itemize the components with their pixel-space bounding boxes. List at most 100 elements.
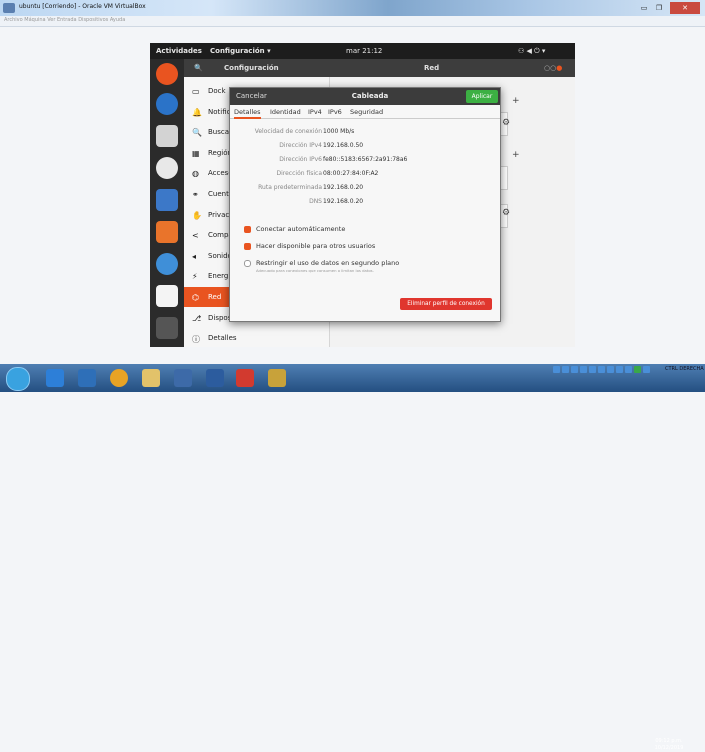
sidebar-item-icon: ⚭ bbox=[192, 190, 199, 199]
help-icon[interactable] bbox=[156, 253, 178, 275]
tab-ipv6[interactable]: IPv6 bbox=[328, 108, 342, 116]
usb-icon[interactable] bbox=[589, 366, 596, 373]
pdf-icon[interactable] bbox=[236, 369, 254, 387]
gear-icon[interactable]: ⚙ bbox=[502, 208, 510, 218]
shared-folder-icon[interactable] bbox=[598, 366, 605, 373]
option-checkbox[interactable] bbox=[244, 226, 251, 233]
start-button[interactable] bbox=[6, 367, 30, 391]
option-description: Adecuado para conexiones que consumen o … bbox=[256, 268, 374, 273]
software-icon[interactable] bbox=[156, 221, 178, 243]
detail-value: 1000 Mb/s bbox=[323, 128, 355, 135]
sidebar-item-icon: ⌬ bbox=[192, 293, 199, 302]
app-icon[interactable] bbox=[174, 369, 192, 387]
settings-title: Configuración bbox=[224, 64, 279, 72]
detail-label: Dirección IPv6 bbox=[279, 156, 322, 163]
option-label[interactable]: Restringir el uso de datos en segundo pl… bbox=[256, 259, 399, 267]
firefox-icon[interactable] bbox=[156, 63, 178, 85]
gear-icon[interactable]: ⚙ bbox=[502, 118, 510, 128]
media-icon[interactable] bbox=[78, 369, 96, 387]
network-icon[interactable] bbox=[580, 366, 587, 373]
virtualbox-icon bbox=[3, 3, 15, 13]
detail-value: fe80::5183:6567:2a91:78a6 bbox=[323, 156, 408, 163]
cpu-icon[interactable] bbox=[625, 366, 632, 373]
window-controls[interactable]: ○○● bbox=[544, 64, 562, 72]
sidebar-item-icon: 🔍 bbox=[192, 128, 202, 138]
dialog-tabs: Detalles Identidad IPv4 IPv6 Seguridad bbox=[230, 106, 500, 119]
sidebar-item-icon: 🔔 bbox=[192, 107, 202, 117]
close-button[interactable]: ✕ bbox=[670, 2, 700, 14]
chrome-icon[interactable] bbox=[110, 369, 128, 387]
sidebar-item-icon: ◍ bbox=[192, 169, 199, 179]
ie-icon[interactable] bbox=[46, 369, 64, 387]
apply-button[interactable]: Aplicar bbox=[466, 90, 498, 103]
wired-connection-dialog: Cancelar Cableada Aplicar Detalles Ident… bbox=[229, 87, 501, 322]
tab-ipv4[interactable]: IPv4 bbox=[308, 108, 322, 116]
cancel-button[interactable]: Cancelar bbox=[236, 92, 267, 100]
hdd-icon[interactable] bbox=[553, 366, 560, 373]
settings-header: 🔍 Configuración Red ○○● bbox=[184, 59, 575, 77]
explorer-icon[interactable] bbox=[142, 369, 160, 387]
sidebar-item-label: Notific bbox=[208, 107, 231, 116]
dock bbox=[150, 59, 184, 347]
detail-value: 192.168.0.20 bbox=[323, 184, 364, 191]
recording-icon[interactable] bbox=[616, 366, 623, 373]
tab-detalles[interactable]: Detalles bbox=[234, 108, 261, 119]
writer-icon[interactable] bbox=[156, 189, 178, 211]
host-menu[interactable]: Archivo Máquina Ver Entrada Dispositivos… bbox=[4, 17, 125, 23]
sidebar-item-icon: ▭ bbox=[192, 87, 200, 96]
system-menu-icon[interactable]: ⚇ ◀ ⏻ ▾ bbox=[518, 47, 545, 56]
sidebar-item-icon: ◂ bbox=[192, 251, 197, 261]
options-list: Conectar automáticamente Hacer disponible… bbox=[244, 225, 494, 285]
tab-identidad[interactable]: Identidad bbox=[270, 108, 301, 116]
audio-icon[interactable] bbox=[571, 366, 578, 373]
detail-label: Velocidad de conexión bbox=[254, 128, 322, 135]
minimize-button[interactable]: ▭ bbox=[637, 2, 651, 14]
sidebar-item-label: Dispos bbox=[208, 313, 232, 322]
delete-profile-button[interactable]: Eliminar perfil de conexión bbox=[400, 298, 492, 310]
cd-icon[interactable] bbox=[562, 366, 569, 373]
keyboard-icon[interactable] bbox=[643, 366, 650, 373]
detail-value: 192.168.0.20 bbox=[323, 198, 364, 205]
activities-button[interactable]: Actividades bbox=[156, 47, 202, 55]
dialog-header: Cancelar Cableada Aplicar bbox=[230, 88, 500, 105]
sidebar-item-detalles[interactable]: ⓘ Detalles bbox=[184, 328, 329, 347]
sidebar-item-icon: ▦ bbox=[192, 148, 200, 158]
option-checkbox[interactable] bbox=[244, 260, 251, 267]
host-menubar: Archivo Máquina Ver Entrada Dispositivos… bbox=[0, 16, 705, 27]
display-icon[interactable] bbox=[607, 366, 614, 373]
amazon-icon[interactable] bbox=[156, 285, 178, 307]
restore-button[interactable]: ❐ bbox=[652, 2, 666, 14]
show-apps-icon[interactable] bbox=[156, 317, 178, 339]
dialog-title: Cableada bbox=[351, 92, 389, 100]
sidebar-item-label: Detalles bbox=[208, 334, 237, 343]
option-label[interactable]: Conectar automáticamente bbox=[256, 225, 345, 233]
section-title: Red bbox=[424, 64, 440, 72]
virtualbox-task-icon[interactable] bbox=[206, 369, 224, 387]
files-icon[interactable] bbox=[156, 125, 178, 147]
app-menu[interactable]: Configuración ▾ bbox=[210, 47, 271, 55]
detail-label: DNS bbox=[309, 198, 322, 205]
taskbar-clock[interactable]: 09:12 p.m. 10/12/2019 bbox=[640, 738, 698, 752]
sidebar-item-label: Energí bbox=[208, 272, 231, 281]
sidebar-item-icon: ⓘ bbox=[192, 335, 200, 345]
sidebar-item-label: Red bbox=[208, 293, 222, 301]
detail-label: Dirección IPv4 bbox=[279, 142, 322, 149]
mouse-integration-icon[interactable] bbox=[634, 366, 641, 373]
window-title: ubuntu [Corriendo] - Oracle VM VirtualBo… bbox=[19, 3, 146, 10]
clock[interactable]: mar 21:12 bbox=[346, 47, 382, 55]
detail-label: Dirección física bbox=[276, 170, 322, 177]
option-label[interactable]: Hacer disponible para otros usuarios bbox=[256, 242, 375, 250]
add-icon[interactable]: + bbox=[512, 96, 520, 106]
rhythmbox-icon[interactable] bbox=[156, 157, 178, 179]
thunderbird-icon[interactable] bbox=[156, 93, 178, 115]
option-checkbox[interactable] bbox=[244, 243, 251, 250]
paint-icon[interactable] bbox=[268, 369, 286, 387]
search-icon[interactable]: 🔍 bbox=[194, 64, 203, 72]
tab-seguridad[interactable]: Seguridad bbox=[350, 108, 383, 116]
sidebar-item-icon: ⎇ bbox=[192, 313, 202, 323]
sidebar-item-icon: ⚡ bbox=[192, 272, 198, 282]
add-icon[interactable]: + bbox=[512, 150, 520, 160]
sidebar-item-label: Dock bbox=[208, 87, 226, 95]
host-key-label: CTRL DERECHA bbox=[665, 366, 704, 372]
detail-value: 192.168.0.50 bbox=[323, 142, 364, 149]
